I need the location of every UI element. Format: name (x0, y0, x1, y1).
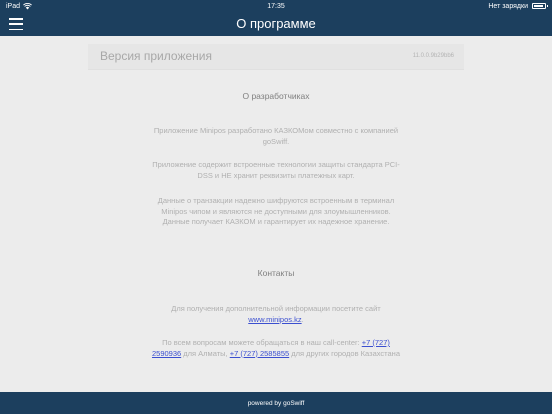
status-bar: iPad 17:35 Нет зарядки (0, 0, 552, 12)
status-time: 17:35 (267, 2, 285, 10)
developers-heading: О разработчиках (242, 91, 310, 101)
nav-bar: О программе (0, 12, 552, 36)
about-content: Версия приложения 11.0.0.9b29bb6 О разра… (0, 36, 552, 392)
wifi-icon (23, 2, 32, 9)
contacts-heading: Контакты (257, 268, 295, 278)
contacts-info-paragraph: Для получения дополнительной информации … (150, 304, 402, 325)
hamburger-menu-icon[interactable] (9, 17, 23, 31)
battery-icon (532, 3, 548, 9)
phone2-suffix: для других городов Казахстана (291, 348, 400, 358)
powered-by-text: powered by goSwiff (247, 399, 305, 407)
footer-bar: powered by goSwiff (0, 392, 552, 414)
about-paragraph-1: Приложение Minipos разработано КАЗКОМом … (153, 126, 399, 146)
status-left: iPad (6, 3, 32, 10)
device-name: iPad (6, 2, 21, 10)
website-link[interactable]: www.minipos.kz (248, 315, 301, 324)
about-paragraph-2: Приложение содержит встроенные технологи… (152, 160, 400, 180)
phone1-suffix: для Алматы, (183, 348, 228, 358)
phone-link-other-cities[interactable]: +7 (727) 2585855 (230, 349, 289, 358)
charging-status: Нет зарядки (488, 2, 528, 10)
version-label: Версия приложения (100, 49, 212, 63)
contacts-call-text: По всем вопросам можете обращаться в наш… (162, 338, 360, 347)
version-value: 11.0.0.9b29bb6 (412, 53, 454, 59)
about-paragraph-3: Данные о транзакции надежно шифруются вс… (157, 196, 395, 226)
page-title: О программе (236, 16, 316, 31)
contacts-info-text: Для получения дополнительной информации … (171, 304, 381, 313)
status-right: Нет зарядки (488, 2, 548, 10)
contacts-call-paragraph: По всем вопросам можете обращаться в наш… (150, 338, 402, 359)
contacts-info-suffix: . (301, 314, 304, 324)
version-row: Версия приложения 11.0.0.9b29bb6 (88, 44, 464, 70)
